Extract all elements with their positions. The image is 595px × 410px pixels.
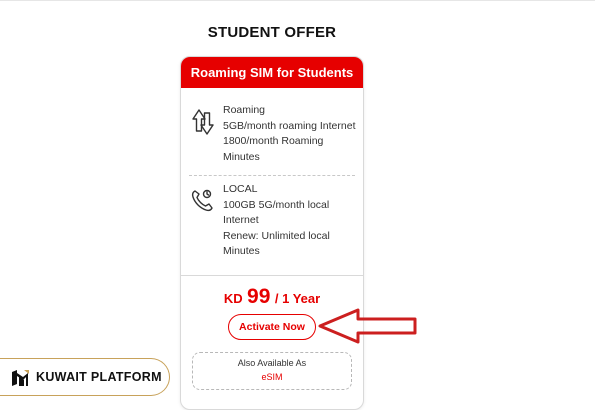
red-arrow-icon [318, 308, 418, 349]
roaming-arrows-icon [189, 107, 217, 135]
feature-line: LOCAL [223, 183, 258, 195]
top-border [0, 0, 595, 1]
also-available-label: Also Available As [237, 358, 307, 368]
page-title: STUDENT OFFER [207, 24, 337, 41]
price-divider [181, 275, 363, 276]
offer-card: Roaming SIM for Students Roaming 5GB/mon… [180, 56, 364, 410]
feature-local-text: LOCAL 100GB 5G/month local Internet Rene… [223, 182, 359, 260]
phone-icon [189, 186, 217, 214]
feature-line: Minutes [223, 150, 260, 163]
esim-link[interactable]: eSIM [193, 372, 351, 382]
price: KD 99 / 1 Year [181, 285, 363, 309]
feature-line: Roaming [223, 104, 266, 116]
kuwait-platform-logo [10, 368, 30, 393]
also-available-box: Also Available As eSIM [192, 352, 352, 390]
price-currency: KD [223, 291, 243, 306]
feature-line: 5GB/month roaming Internet [223, 119, 356, 132]
price-amount: 99 [247, 285, 271, 308]
feature-roaming: Roaming 5GB/month roaming Internet 1800/… [181, 103, 363, 169]
badge-name: KUWAIT PLATFORM [36, 370, 162, 384]
feature-line: Internet [223, 214, 259, 226]
activate-now-button[interactable]: Activate Now [228, 314, 316, 340]
feature-local: LOCAL 100GB 5G/month local Internet Rene… [181, 182, 363, 262]
feature-line: 1800/month Roaming [223, 135, 324, 147]
price-period: / 1 Year [274, 291, 321, 306]
feature-roaming-text: Roaming 5GB/month roaming Internet 1800/… [223, 103, 359, 165]
kuwait-platform-badge: KUWAIT PLATFORM [0, 358, 170, 396]
card-header: Roaming SIM for Students [181, 57, 363, 88]
feature-line: 100GB 5G/month local [223, 198, 330, 211]
feature-line: Minutes [223, 245, 260, 257]
feature-line: Renew: Unlimited local [223, 229, 330, 242]
feature-divider [189, 175, 355, 176]
